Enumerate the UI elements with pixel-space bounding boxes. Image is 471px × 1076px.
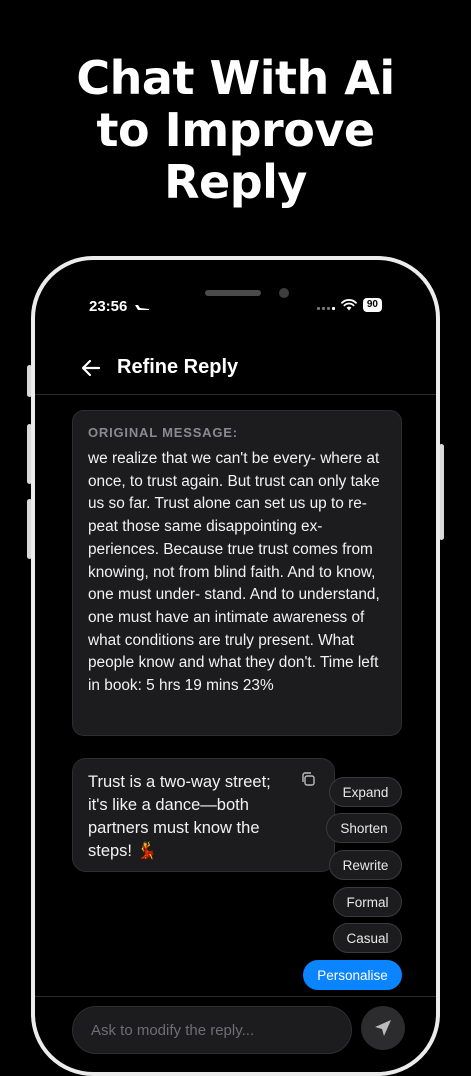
send-button[interactable] [361, 1006, 405, 1050]
expand-button[interactable]: Expand [329, 777, 402, 807]
suggested-reply-text: Trust is a two-way street; it's like a d… [88, 773, 271, 860]
send-icon [375, 1020, 391, 1036]
modify-reply-input[interactable] [89, 1020, 335, 1040]
location-icon [134, 305, 149, 311]
headline-line-1: Chat With Ai [76, 51, 395, 105]
phone-frame: 23:56 90 Refine Reply ORIGINAL MESSAGE: … [31, 256, 440, 1076]
status-time-text: 23:56 [89, 298, 128, 315]
suggested-reply-card: Trust is a two-way street; it's like a d… [72, 758, 335, 872]
copy-icon[interactable] [300, 771, 316, 787]
promo-headline: Chat With Ai to Improve Reply [0, 52, 471, 208]
back-arrow-icon[interactable] [79, 356, 103, 380]
header-divider [35, 394, 436, 395]
composer-input-container [72, 1006, 352, 1054]
wifi-icon [340, 299, 357, 311]
rewrite-button[interactable]: Rewrite [329, 850, 402, 880]
composer-divider [35, 996, 436, 997]
battery-indicator: 90 [362, 298, 382, 312]
headline-line-2: to Improve [96, 103, 375, 157]
signal-icon [316, 307, 335, 310]
page-title: Refine Reply [117, 356, 239, 378]
formal-button[interactable]: Formal [333, 887, 402, 917]
status-bar-indicators: 90 [316, 298, 382, 312]
original-message-text: we realize that we can't be every- where… [88, 450, 380, 695]
original-message-label: ORIGINAL MESSAGE: [88, 425, 238, 440]
status-bar-time: 23:56 [89, 298, 150, 315]
phone-speaker [205, 290, 261, 296]
phone-screen: 23:56 90 Refine Reply ORIGINAL MESSAGE: … [35, 260, 436, 1072]
casual-button[interactable]: Casual [333, 923, 402, 953]
headline-line-3: Reply [164, 155, 307, 209]
phone-camera [279, 288, 289, 298]
shorten-button[interactable]: Shorten [326, 813, 402, 843]
navigation-bar: Refine Reply [35, 350, 436, 394]
personalise-button[interactable]: Personalise [303, 960, 402, 990]
original-message-card: ORIGINAL MESSAGE: we realize that we can… [72, 410, 402, 736]
